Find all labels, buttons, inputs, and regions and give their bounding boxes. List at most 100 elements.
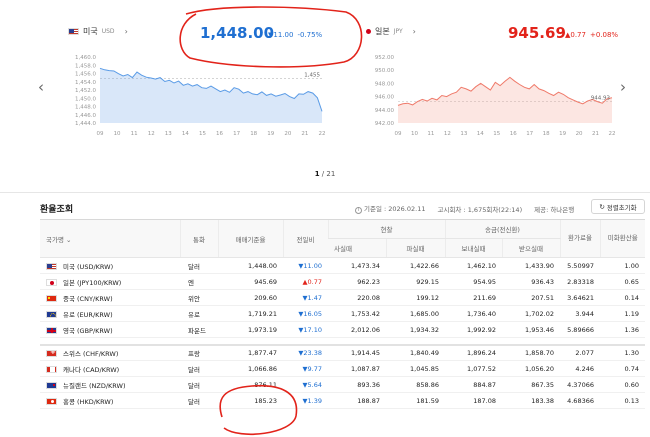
col-base-rate[interactable]: 매매기준율: [217, 219, 283, 258]
chevron-right-icon[interactable]: ›: [413, 27, 416, 36]
exchange-rate-table: 국가명 ⌄ 통화 매매기준율 전일비 현찰 송금(전신환) 환가료율 미화환산율…: [40, 219, 645, 409]
receive-cell: 183.38: [502, 392, 560, 409]
jp-flag-icon: [366, 29, 371, 34]
usd-conv-cell: 1.19: [600, 305, 645, 322]
receive-cell: 936.43: [502, 273, 560, 290]
table-row[interactable]: 유로 (EUR/KRW) 유로 1,719.21 ▼16.05 1,753.42 1,68…: [40, 305, 645, 322]
x-tick-label: 20: [284, 131, 291, 137]
reset-sort-button[interactable]: ↻ 정렬초기화: [591, 199, 645, 214]
base-rate-cell: 1,877.47: [218, 344, 283, 361]
table-row[interactable]: 일본 (JPY100/KRW) 엔 945.69 ▲0.77 962.23 929.15 9…: [40, 273, 645, 290]
jpy-line-chart[interactable]: 952.00 950.00 948.00 946.00 944.00 942.0009 10…: [358, 45, 620, 150]
country-cell[interactable]: 중국 (CNY/KRW): [40, 289, 180, 306]
chevron-right-icon[interactable]: ›: [125, 27, 128, 36]
last-value-label: 944.93: [591, 95, 611, 101]
country-cell[interactable]: 영국 (GBP/KRW): [40, 321, 180, 338]
currency-cell: 달러: [180, 257, 218, 274]
country-cell[interactable]: 홍콩 (HKD/KRW): [40, 392, 180, 409]
col-receive[interactable]: 받으실때: [501, 238, 560, 258]
receive-cell: 207.51: [502, 289, 560, 306]
ca-flag-icon: [46, 366, 57, 373]
x-tick-label: 21: [301, 131, 308, 137]
table-row[interactable]: 뉴질랜드 (NZD/KRW) 달러 876.11 ▼5.64 893.36 858.86 8…: [40, 376, 645, 393]
buy-cash-cell: 1,087.87: [328, 360, 386, 377]
prev-day-cell: ▼17.10: [283, 321, 328, 338]
send-cell: 1,736.40: [445, 305, 502, 322]
usd-conv-cell: 0.60: [600, 376, 645, 393]
usd-country-name: 미국: [83, 27, 98, 36]
jpy-change-value: ▲0.77: [565, 31, 586, 39]
base-rate-cell: 945.69: [218, 273, 283, 290]
col-usd-ratio[interactable]: 환가료율: [559, 219, 600, 258]
x-tick-label: 21: [592, 131, 599, 137]
country-cell[interactable]: 미국 (USD/KRW): [40, 257, 180, 274]
country-cell[interactable]: 뉴질랜드 (NZD/KRW): [40, 376, 180, 393]
sell-cash-cell: 929.15: [386, 273, 445, 290]
receive-cell: 1,858.70: [502, 344, 560, 361]
pager-current: 1: [314, 170, 320, 178]
table-row[interactable]: 미국 (USD/KRW) 달러 1,448.00 ▼11.00 1,473.34 1,42…: [40, 257, 645, 274]
send-cell: 884.87: [445, 376, 502, 393]
col-send[interactable]: 보내실때: [444, 238, 502, 258]
chevron-right-icon[interactable]: ›: [620, 78, 626, 96]
col-prev-day[interactable]: 전일비: [282, 219, 328, 258]
col-usd-conv[interactable]: 미화환산율: [599, 219, 645, 258]
y-tick-label: 1,452.0: [75, 88, 96, 94]
sell-cash-cell: 1,045.85: [386, 360, 445, 377]
jpy-chart-panel[interactable]: 일본 JPY › 945.69 ▲0.77 +0.08% 952.00 950.0…: [358, 0, 620, 160]
series-area: [398, 77, 612, 123]
gb-flag-icon: [46, 327, 57, 334]
x-tick-label: 11: [427, 131, 434, 137]
base-time: i 기준일 : 2026.02.11: [355, 203, 425, 214]
x-tick-label: 16: [510, 131, 517, 137]
table-row[interactable]: 스위스 (CHF/KRW)프랑1,877.47▼23.381,914.451,8…: [40, 344, 645, 361]
base-rate-cell: 1,448.00: [218, 257, 283, 274]
x-tick-label: 11: [131, 131, 138, 137]
usd-conv-cell: 0.74: [600, 360, 645, 377]
y-tick-label: 1,456.0: [75, 72, 96, 78]
info-icon[interactable]: i: [355, 207, 362, 214]
prev-day-cell: ▲0.77: [283, 273, 328, 290]
country-cell[interactable]: 캐나다 (CAD/KRW): [40, 360, 180, 377]
table-row[interactable]: 영국 (GBP/KRW) 파운드 1,973.19 ▼17.10 2,012.06 1,9…: [40, 321, 645, 338]
prev-day-cell: ▼16.05: [283, 305, 328, 322]
country-cell[interactable]: 일본 (JPY100/KRW): [40, 273, 180, 290]
base-rate-cell: 876.11: [218, 376, 283, 393]
x-tick-label: 09: [97, 131, 104, 137]
col-buy-cash[interactable]: 사실때: [328, 238, 386, 258]
jpy-panel-header[interactable]: 일본 JPY ›: [366, 26, 416, 37]
last-value-label: 1,455: [304, 72, 320, 78]
usd-ratio-cell: 4.246: [560, 360, 600, 377]
receive-cell: 867.35: [502, 376, 560, 393]
usd-line-chart[interactable]: 1,460.0 1,458.0 1,456.0 1,454.0 1,452.0 1,450…: [60, 45, 330, 150]
jpy-change: ▲0.77 +0.08%: [565, 31, 618, 39]
currency-cell: 달러: [180, 392, 218, 409]
country-cell[interactable]: 유로 (EUR/KRW): [40, 305, 180, 322]
refresh-icon: ↻: [599, 202, 605, 211]
table-row[interactable]: 홍콩 (HKD/KRW) 달러 185.23 ▼1.39 188.87 181.59 187…: [40, 392, 645, 409]
eu-flag-icon: [46, 311, 57, 318]
country-cell[interactable]: 스위스 (CHF/KRW): [40, 344, 180, 361]
usd-chart-panel[interactable]: 미국 USD › 1,448.00 ▼11.00 -0.75% 1,460.0 1…: [60, 0, 330, 160]
usd-change-value: ▼11.00: [268, 31, 294, 39]
notice-count: 고시회차 : 1,675회차(22:14): [437, 205, 523, 214]
receive-cell: 1,953.46: [502, 321, 560, 338]
table-row[interactable]: 중국 (CNY/KRW) 위안 209.60 ▼1.47 220.08 199.12 211…: [40, 289, 645, 306]
y-tick-label: 1,460.0: [75, 55, 96, 61]
sell-cash-cell: 1,685.00: [386, 305, 445, 322]
y-tick-label: 1,450.0: [75, 96, 96, 102]
hk-flag-icon: [46, 398, 57, 405]
table-row[interactable]: 캐나다 (CAD/KRW) 달러 1,066.86 ▼9.77 1,087.87 1,04…: [40, 360, 645, 377]
usd-ratio-cell: 2.077: [560, 344, 600, 361]
x-tick-label: 15: [493, 131, 500, 137]
sell-cash-cell: 1,934.32: [386, 321, 445, 338]
buy-cash-cell: 188.87: [328, 392, 386, 409]
section-divider: [0, 192, 650, 193]
x-tick-label: 13: [460, 131, 467, 137]
nz-flag-icon: [46, 382, 57, 389]
col-country[interactable]: 국가명 ⌄: [40, 219, 180, 258]
x-tick-label: 22: [609, 131, 616, 137]
col-sell-cash[interactable]: 파실때: [385, 238, 445, 258]
chevron-left-icon[interactable]: ‹: [38, 78, 44, 96]
usd-panel-header[interactable]: 미국 USD ›: [68, 26, 128, 37]
